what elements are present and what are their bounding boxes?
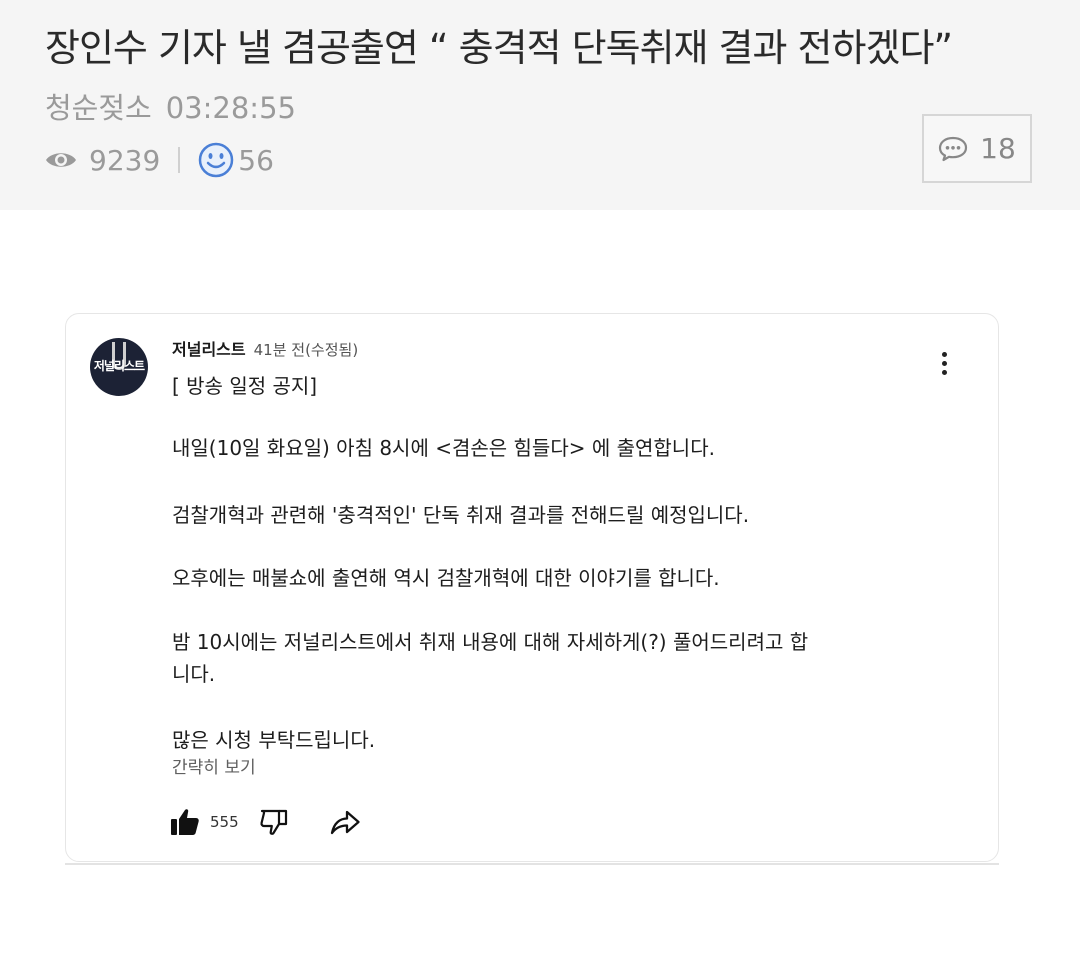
post-time: 03:28:55 (165, 91, 296, 125)
channel-logo-text: 저널리스트 (93, 359, 145, 373)
post-meta: 청순젖소 03:28:55 (45, 86, 296, 130)
post-title: 장인수 기자 낼 겸공출연 “ 충격적 단독취재 결과 전하겠다” (45, 26, 953, 70)
post-byline: 저널리스트 41분 전(수정됨) (172, 338, 358, 362)
comment-bubble-icon (939, 136, 968, 161)
thumbs-down-icon[interactable] (259, 807, 289, 837)
body-line: 검찰개혁과 관련해 '충격적인' 단독 취재 결과를 전해드릴 예정입니다. (172, 503, 750, 527)
comment-count-button[interactable]: 18 (922, 114, 1032, 183)
view-count: 9239 (89, 143, 161, 177)
comment-like-count: 555 (210, 813, 239, 831)
show-less-link[interactable]: 간략히 보기 (172, 756, 256, 780)
eye-icon (46, 153, 76, 167)
more-vertical-icon[interactable] (938, 352, 950, 382)
channel-avatar[interactable]: 저널리스트 (90, 338, 148, 396)
post-header: 장인수 기자 낼 겸공출연 “ 충격적 단독취재 결과 전하겠다” 청순젖소 03… (0, 0, 1080, 210)
thumbs-up-icon[interactable] (170, 807, 200, 837)
body-line: 오후에는 매불쇼에 출연해 역시 검찰개혁에 대한 이야기를 합니다. (172, 566, 720, 590)
comment-count: 18 (980, 132, 1016, 165)
body-line: 내일(10일 화요일) 아침 8시에 <겸손은 힘들다> 에 출연합니다. (172, 436, 715, 460)
channel-name[interactable]: 저널리스트 (172, 340, 246, 359)
divider (65, 863, 999, 865)
post-actions: 555 (170, 804, 361, 840)
post-timestamp: 41분 전(수정됨) (253, 341, 359, 359)
embedded-community-post: 저널리스트 저널리스트 41분 전(수정됨) [ 방송 일정 공지] 내일(10일… (65, 313, 999, 862)
body-line: 니다. (172, 662, 216, 686)
share-icon[interactable] (329, 807, 361, 837)
like-count: 56 (238, 143, 274, 177)
author-name[interactable]: 청순젖소 (45, 91, 152, 125)
body-line: 많은 시청 부탁드립니다. (172, 728, 376, 752)
body-line: 밤 10시에는 저널리스트에서 취재 내용에 대해 자세하게(?) 풀어드리려고… (172, 630, 809, 654)
smile-icon (199, 142, 234, 178)
notice-heading: [ 방송 일정 공지] (172, 374, 318, 398)
post-stats: 9239 56 (45, 140, 274, 180)
stats-divider (178, 147, 181, 173)
